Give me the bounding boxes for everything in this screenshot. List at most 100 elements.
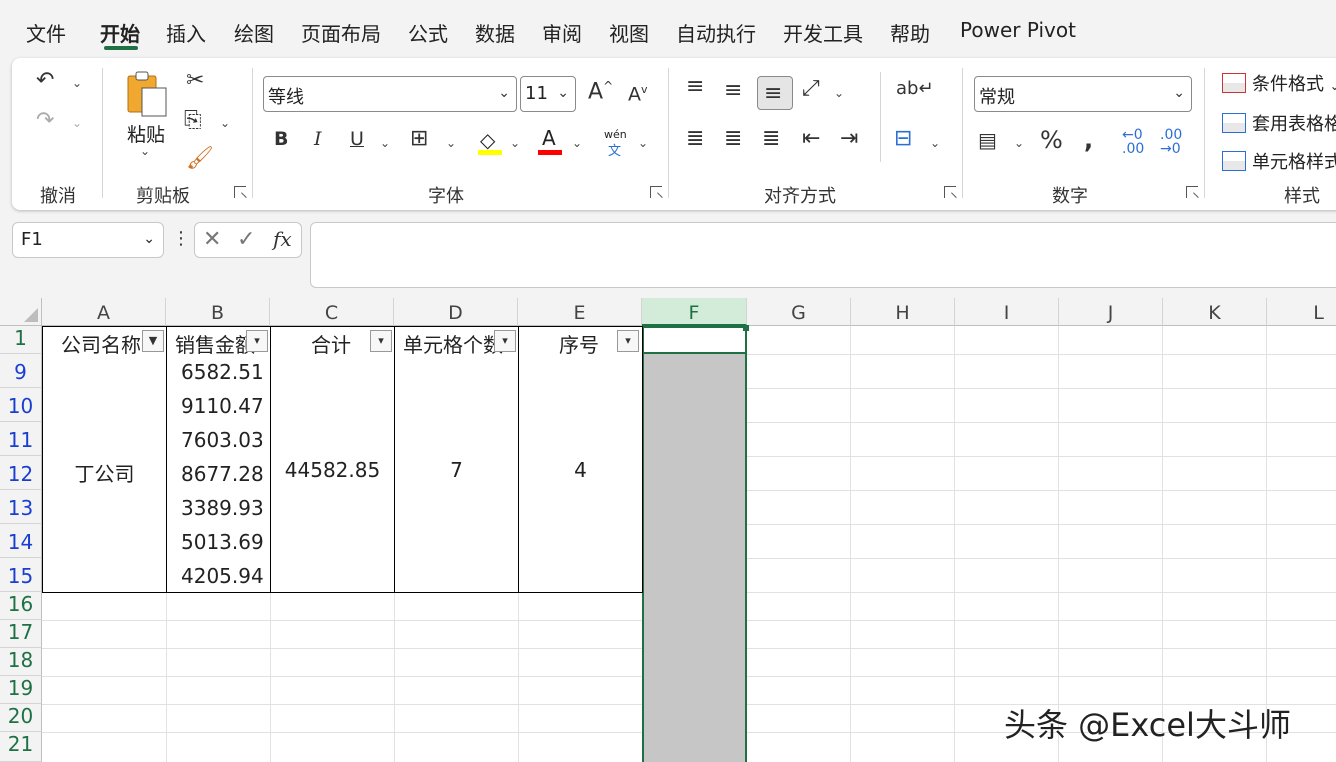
copy-icon[interactable]: ⎘ [184, 110, 202, 132]
clipboard-launcher-icon[interactable] [234, 186, 246, 198]
align-left-icon[interactable]: ≣ [686, 128, 704, 150]
format-as-table-button[interactable]: 套用表格格式 [1222, 110, 1336, 136]
confirm-icon[interactable]: ✓ [237, 227, 255, 252]
active-cell-f1[interactable] [642, 326, 747, 354]
cell-sales[interactable]: 7603.03 [167, 422, 271, 457]
row-header-14[interactable]: 14 [0, 524, 42, 558]
filter-dropdown-icon[interactable]: ▾ [246, 330, 268, 352]
row-header-9[interactable]: 9 [0, 354, 42, 388]
row-header-21[interactable]: 21 [0, 732, 42, 762]
font-size-select[interactable]: 11 ⌄ [520, 76, 576, 112]
comma-style-icon[interactable]: , [1084, 128, 1093, 152]
tab-file[interactable]: 文件 [26, 18, 66, 47]
accounting-dropdown-icon[interactable]: ⌄ [1014, 136, 1024, 150]
undo-icon[interactable]: ↶ [36, 70, 54, 92]
number-launcher-icon[interactable] [1186, 186, 1198, 198]
filter-dropdown-icon[interactable]: ▾ [617, 330, 639, 352]
column-header-f[interactable]: F [642, 298, 747, 326]
cell-company-merged[interactable]: 丁公司 [42, 354, 167, 593]
column-header-d[interactable]: D [394, 298, 518, 326]
bold-button[interactable]: B [274, 130, 288, 149]
align-bottom-button[interactable]: ≡ [757, 76, 793, 110]
row-header-1[interactable]: 1 [0, 326, 42, 354]
number-format-select[interactable]: 常规 ⌄ [974, 76, 1192, 112]
font-name-select[interactable]: 等线 ⌄ [263, 76, 517, 112]
select-all-button[interactable] [0, 298, 42, 326]
alignment-launcher-icon[interactable] [944, 186, 956, 198]
row-header-17[interactable]: 17 [0, 620, 42, 648]
tab-formulas[interactable]: 公式 [408, 18, 448, 47]
accounting-format-icon[interactable]: ▤ [978, 130, 997, 150]
row-header-20[interactable]: 20 [0, 704, 42, 732]
row-header-16[interactable]: 16 [0, 592, 42, 620]
tab-help[interactable]: 帮助 [890, 18, 930, 47]
tab-data[interactable]: 数据 [475, 18, 515, 47]
more-options-icon[interactable]: ⋮ [172, 228, 190, 249]
column-header-l[interactable]: L [1267, 298, 1336, 326]
filter-active-icon[interactable]: ▼ [142, 330, 164, 352]
cell-sales[interactable]: 5013.69 [167, 524, 271, 559]
tab-home[interactable]: 开始 [100, 18, 140, 47]
increase-indent-icon[interactable]: ⇥ [840, 128, 858, 150]
tab-review[interactable]: 审阅 [542, 18, 582, 47]
merge-center-icon[interactable]: ⊟ [894, 128, 912, 150]
row-header-15[interactable]: 15 [0, 558, 42, 592]
align-middle-icon[interactable]: ≡ [724, 80, 742, 102]
align-right-icon[interactable]: ≣ [762, 128, 780, 150]
tab-view[interactable]: 视图 [609, 18, 649, 47]
format-painter-icon[interactable]: 🖌 [186, 148, 214, 170]
filter-dropdown-icon[interactable]: ▾ [494, 330, 516, 352]
cell-count-merged[interactable]: 7 [395, 354, 519, 593]
wrap-text-icon[interactable]: ab↵ [896, 80, 934, 98]
cancel-icon[interactable]: ✕ [203, 227, 221, 252]
borders-dropdown-icon[interactable]: ⌄ [446, 136, 456, 150]
row-header-11[interactable]: 11 [0, 422, 42, 456]
copy-dropdown-icon[interactable]: ⌄ [220, 116, 230, 130]
selected-column-f[interactable] [642, 326, 747, 762]
cell-styles-button[interactable]: 单元格样式 [1222, 148, 1336, 174]
worksheet-grid[interactable]: A B C D E F G H I J K L 1 9 10 11 12 13 … [0, 298, 1336, 762]
font-color-button[interactable]: A [538, 126, 564, 156]
column-header-g[interactable]: G [747, 298, 851, 326]
cell-sales[interactable]: 6582.51 [167, 354, 271, 389]
italic-button[interactable]: I [314, 130, 322, 149]
underline-button[interactable]: U [350, 130, 364, 149]
column-header-e[interactable]: E [518, 298, 642, 326]
font-launcher-icon[interactable] [650, 186, 662, 198]
underline-dropdown-icon[interactable]: ⌄ [380, 136, 390, 150]
tab-insert[interactable]: 插入 [166, 18, 206, 47]
cell-sales[interactable]: 3389.93 [167, 490, 271, 525]
insert-function-icon[interactable]: fx [273, 227, 292, 251]
formula-input[interactable] [310, 222, 1336, 288]
tab-power-pivot[interactable]: Power Pivot [960, 18, 1076, 42]
increase-decimal-icon[interactable]: ←0.00 [1122, 128, 1144, 156]
tab-draw[interactable]: 绘图 [234, 18, 274, 47]
tab-developer[interactable]: 开发工具 [783, 18, 863, 47]
decrease-indent-icon[interactable]: ⇤ [802, 128, 820, 150]
decrease-decimal-icon[interactable]: .00 →0 [1160, 128, 1182, 156]
redo-dropdown-icon[interactable]: ⌄ [72, 116, 82, 130]
percent-style-icon[interactable]: % [1040, 128, 1063, 152]
filter-dropdown-icon[interactable]: ▾ [370, 330, 392, 352]
paste-button[interactable]: 粘贴 ⌄ [122, 70, 172, 160]
column-header-c[interactable]: C [270, 298, 394, 326]
cell-index-merged[interactable]: 4 [519, 354, 643, 593]
row-header-19[interactable]: 19 [0, 676, 42, 704]
merge-dropdown-icon[interactable]: ⌄ [930, 136, 940, 150]
cell-total-merged[interactable]: 44582.85 [271, 354, 395, 593]
cut-icon[interactable]: ✂ [186, 70, 204, 92]
cell-sales[interactable]: 9110.47 [167, 388, 271, 423]
cell-sales[interactable]: 8677.28 [167, 456, 271, 491]
fill-color-button[interactable]: ◇ [478, 128, 504, 156]
column-header-k[interactable]: K [1163, 298, 1267, 326]
align-top-icon[interactable]: ≡ [686, 76, 704, 98]
undo-dropdown-icon[interactable]: ⌄ [72, 76, 82, 90]
redo-icon[interactable]: ↷ [36, 110, 54, 132]
increase-font-icon[interactable]: A^ [588, 80, 613, 103]
fill-color-dropdown-icon[interactable]: ⌄ [510, 136, 520, 150]
tab-page-layout[interactable]: 页面布局 [301, 18, 381, 47]
conditional-formatting-button[interactable]: 条件格式 ⌄ [1222, 70, 1336, 96]
borders-icon[interactable]: ⊞ [410, 128, 428, 150]
orientation-icon[interactable]: ⤢ [802, 78, 820, 100]
name-box[interactable]: F1 ⌄ [12, 222, 164, 258]
